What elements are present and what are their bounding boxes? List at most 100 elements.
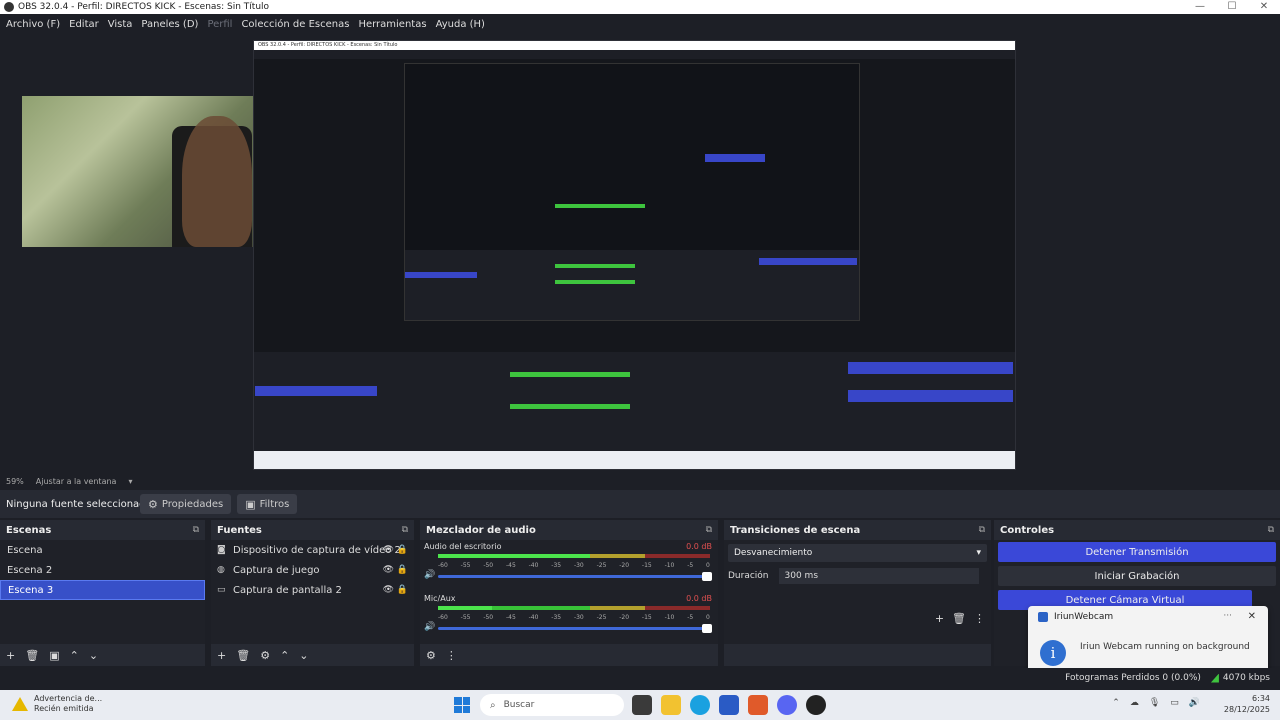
close-icon[interactable]: ✕ [1248, 611, 1256, 622]
menu-scene-collection[interactable]: Colección de Escenas [241, 19, 349, 30]
volume-slider[interactable] [438, 572, 712, 581]
source-item[interactable]: ◍ Captura de juego 👁 🔒 [211, 560, 414, 580]
lock-icon[interactable]: 🔒 [397, 545, 408, 555]
chevron-down-icon: ▾ [976, 548, 981, 558]
menu-docks[interactable]: Paneles (D) [141, 19, 198, 30]
meter-tick-label: -60 [438, 562, 448, 569]
meter-ticks: -60 -55 -50 -45 -40 -35 -30 -25 -20 -15 -10 -5 0 [438, 562, 710, 570]
edge-icon[interactable] [690, 695, 710, 715]
iriun-app-icon [1038, 612, 1048, 622]
chevron-up-icon[interactable]: ⌃ [1112, 698, 1120, 708]
scene-item-selected[interactable]: Escena 3 [0, 580, 205, 600]
volume-knob[interactable] [702, 572, 712, 581]
volume-icon[interactable]: 🔊 [1189, 698, 1200, 708]
clock-date: 28/12/2025 [1223, 705, 1270, 714]
network-icon[interactable]: ▭ [1170, 698, 1179, 708]
undock-icon[interactable]: ⧉ [979, 525, 985, 535]
notification-message: Iriun Webcam running on background [1080, 642, 1250, 652]
transition-select[interactable]: Desvanecimiento ▾ [728, 544, 987, 562]
undock-icon[interactable]: ⧉ [706, 525, 712, 535]
arrow-up-icon[interactable]: ⌃ [70, 649, 79, 662]
minimize-icon[interactable]: — [1184, 0, 1216, 14]
preview-canvas[interactable]: OBS 32.0.4 - Perfil: DIRECTOS KICK - Esc… [0, 34, 1280, 474]
lock-icon[interactable]: 🔒 [397, 565, 408, 575]
stop-stream-button[interactable]: Detener Transmisión [998, 542, 1276, 562]
maximize-icon[interactable]: ☐ [1216, 0, 1248, 14]
source-item[interactable]: ◙ Dispositivo de captura de vídeo 2 👁 🔒 [211, 540, 414, 560]
eye-icon[interactable]: 👁 [383, 585, 394, 595]
menu-profile[interactable]: Perfil [207, 19, 232, 30]
gear-icon[interactable]: ⚙ [426, 649, 436, 662]
add-icon[interactable]: + [6, 649, 15, 662]
more-icon[interactable]: ··· [1223, 611, 1232, 621]
store-icon[interactable] [719, 695, 739, 715]
eye-icon[interactable]: 👁 [383, 545, 394, 555]
nested-meter [555, 264, 635, 268]
menu-file[interactable]: Archivo (F) [6, 19, 60, 30]
meter-tick-label: -30 [573, 562, 584, 569]
warning-subtitle: Recién emitida [34, 704, 94, 713]
obs-taskbar-icon[interactable] [806, 695, 826, 715]
menu-tools[interactable]: Herramientas [358, 19, 426, 30]
zoom-level[interactable]: 59% [6, 477, 24, 486]
gamepad-icon: ◍ [217, 565, 225, 575]
more-icon[interactable]: ⋮ [446, 649, 457, 662]
nested-selected-scene [405, 272, 477, 278]
filter-icon[interactable]: ▣ [49, 649, 59, 662]
scene-item[interactable]: Escena 2 [0, 560, 205, 580]
volume-knob[interactable] [702, 624, 712, 633]
dropped-frames: Fotogramas Perdidos 0 (0.0%) [1065, 673, 1201, 683]
add-icon[interactable]: + [217, 649, 226, 662]
info-icon: i [1040, 640, 1066, 666]
nested-meter [510, 372, 630, 377]
trash-icon[interactable]: 🗑 [952, 612, 966, 625]
speaker-icon[interactable]: 🔊 [424, 622, 435, 632]
brave-icon[interactable] [748, 695, 768, 715]
fit-window-select[interactable]: Ajustar a la ventana [36, 477, 117, 486]
sources-dock: Fuentes ⧉ ◙ Dispositivo de captura de ví… [211, 520, 417, 666]
cloud-icon[interactable]: ☁ [1130, 698, 1139, 708]
nested-stream-button [848, 362, 1013, 374]
menu-view[interactable]: Vista [108, 19, 133, 30]
arrow-down-icon[interactable]: ⌄ [89, 649, 98, 662]
chevron-down-icon[interactable]: ▾ [128, 477, 132, 486]
warning-widget[interactable]: Advertencia de... Recién emitida [12, 694, 102, 714]
trash-icon[interactable]: 🗑 [236, 649, 250, 662]
channel-name: Audio del escritorio [424, 542, 502, 551]
windows-start-icon[interactable] [454, 697, 470, 713]
trash-icon[interactable]: 🗑 [25, 649, 39, 662]
task-view-icon[interactable] [632, 695, 652, 715]
nested-inner-panels [405, 250, 859, 320]
discord-icon[interactable] [777, 695, 797, 715]
scene-item[interactable]: Escena [0, 540, 205, 560]
filters-button[interactable]: ▣ Filtros [237, 494, 298, 514]
lock-icon[interactable]: 🔒 [397, 585, 408, 595]
undock-icon[interactable]: ⧉ [402, 525, 408, 535]
menu-edit[interactable]: Editar [69, 19, 99, 30]
speaker-icon[interactable]: 🔊 [424, 570, 435, 580]
mixer-channels: Audio del escritorio 0.0 dB -60 -55 -50 -45… [420, 540, 718, 644]
file-explorer-icon[interactable] [661, 695, 681, 715]
properties-button[interactable]: ⚙ Propiedades [140, 494, 232, 514]
close-icon[interactable]: ✕ [1248, 0, 1280, 14]
sources-list: ◙ Dispositivo de captura de vídeo 2 👁 🔒 … [211, 540, 414, 644]
meter-tick-label: -30 [573, 614, 584, 621]
menu-help[interactable]: Ayuda (H) [436, 19, 485, 30]
taskbar-search[interactable]: ⌕ Buscar [480, 694, 624, 716]
undock-icon[interactable]: ⧉ [1268, 525, 1274, 535]
arrow-down-icon[interactable]: ⌄ [299, 649, 308, 662]
duration-input[interactable]: 300 ms [778, 568, 979, 584]
nested-meter [555, 204, 645, 208]
start-recording-button[interactable]: Iniciar Grabación [998, 566, 1276, 586]
undock-icon[interactable]: ⧉ [193, 525, 199, 535]
eye-icon[interactable]: 👁 [383, 565, 394, 575]
volume-slider[interactable] [438, 624, 712, 633]
add-icon[interactable]: + [935, 612, 944, 625]
more-icon[interactable]: ⋮ [974, 612, 985, 625]
microphone-icon[interactable]: 🎙 [1149, 698, 1160, 708]
taskbar-clock[interactable]: 6:34 28/12/2025 [1224, 693, 1270, 715]
source-item[interactable]: ▭ Captura de pantalla 2 👁 🔒 [211, 580, 414, 600]
nested-taskbar [254, 451, 1015, 469]
arrow-up-icon[interactable]: ⌃ [280, 649, 289, 662]
gear-icon[interactable]: ⚙ [260, 649, 270, 662]
